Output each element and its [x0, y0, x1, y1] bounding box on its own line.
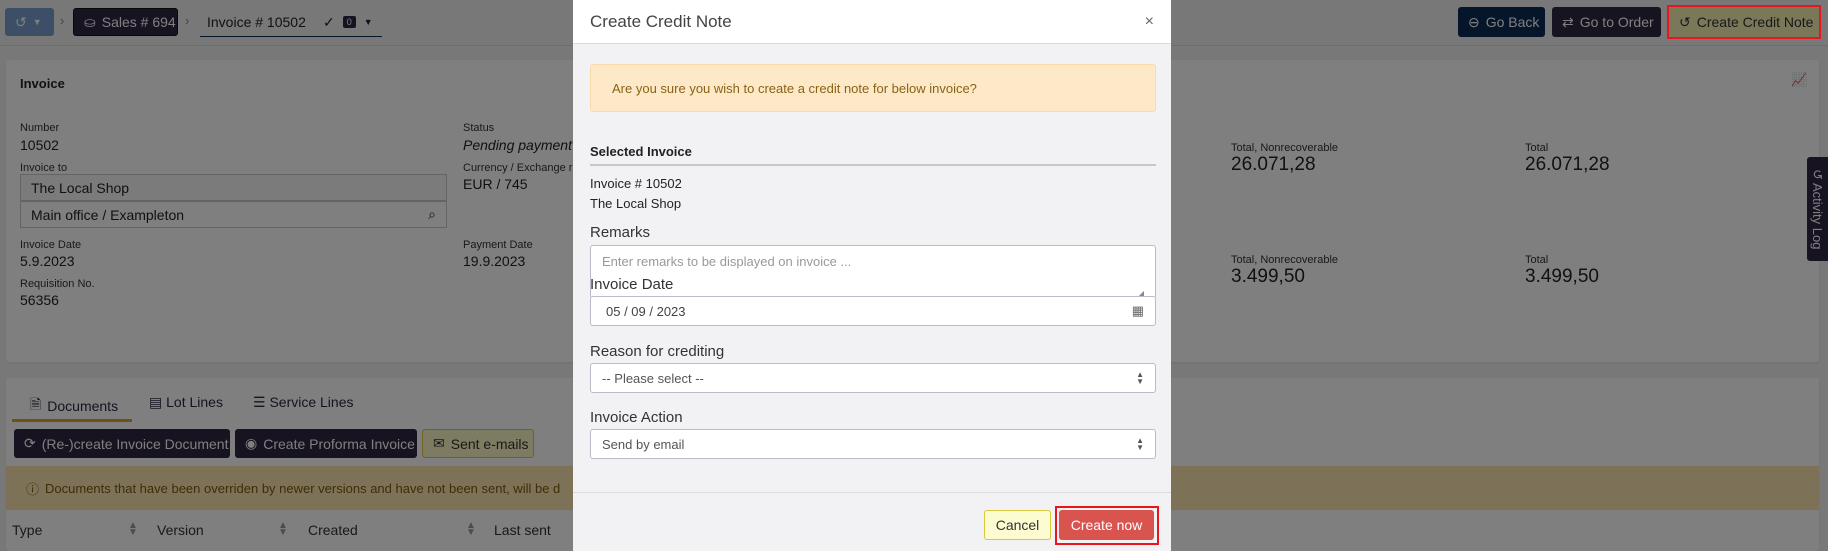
selected-invoice-number: Invoice # 10502	[590, 176, 682, 191]
modal-title: Create Credit Note	[590, 11, 732, 31]
remarks-textarea[interactable]: Enter remarks to be displayed on invoice…	[590, 245, 1156, 299]
calendar-icon[interactable]: ▦	[1132, 303, 1144, 319]
selected-invoice-customer: The Local Shop	[590, 196, 682, 211]
confirm-alert: Are you sure you wish to create a credit…	[590, 64, 1156, 112]
modal-footer-divider	[573, 492, 1171, 493]
reason-select[interactable]: -- Please select -- ▲ ▼	[590, 363, 1156, 393]
selected-invoice-heading: Selected Invoice	[590, 144, 1156, 166]
create-now-button[interactable]: Create now	[1059, 510, 1154, 540]
close-icon[interactable]: ×	[1145, 13, 1154, 31]
modal-header: Create Credit Note ×	[573, 0, 1171, 44]
create-credit-note-modal: Create Credit Note × Are you sure you wi…	[573, 0, 1171, 551]
select-arrows-icon: ▲ ▼	[1136, 370, 1144, 386]
remarks-label: Remarks	[590, 224, 651, 241]
invoice-date-label: Invoice Date	[590, 276, 674, 293]
cancel-button[interactable]: Cancel	[984, 510, 1051, 540]
reason-label: Reason for crediting	[590, 343, 725, 360]
invoice-date-input[interactable]: 05 / 09 / 2023 ▦	[590, 296, 1156, 326]
select-arrows-icon: ▲ ▼	[1136, 436, 1144, 452]
invoice-action-select[interactable]: Send by email ▲ ▼	[590, 429, 1156, 459]
invoice-action-label: Invoice Action	[590, 409, 683, 426]
